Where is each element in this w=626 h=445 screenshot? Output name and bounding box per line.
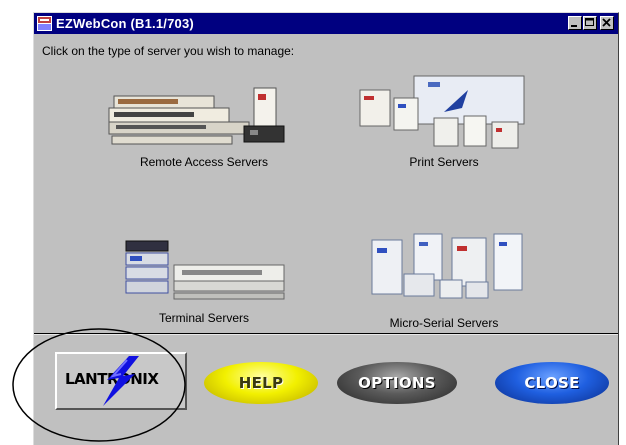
remote-access-servers-image [108, 87, 285, 145]
print-servers-option[interactable]: Print Servers [344, 68, 544, 178]
terminal-servers-image [125, 240, 285, 300]
close-button-label: CLOSE [524, 374, 580, 392]
micro-serial-servers-image [371, 233, 523, 299]
remote-access-servers-option[interactable]: Remote Access Servers [104, 78, 304, 178]
terminal-servers-option[interactable]: Terminal Servers [104, 235, 304, 335]
maximize-icon [585, 18, 594, 26]
ezwebcon-app-icon [37, 16, 52, 31]
minimize-button[interactable] [568, 16, 582, 30]
print-servers-image [359, 75, 525, 149]
options-button-label: OPTIONS [358, 374, 436, 392]
title-bar: EZWebCon (B1.1/703) [34, 13, 618, 34]
close-icon [602, 18, 611, 27]
maximize-button[interactable] [583, 16, 597, 30]
remote-access-servers-label: Remote Access Servers [139, 155, 269, 169]
help-button[interactable]: HELP [204, 362, 318, 404]
close-button[interactable]: CLOSE [495, 362, 609, 404]
print-servers-label: Print Servers [409, 155, 479, 169]
options-button[interactable]: OPTIONS [337, 362, 457, 404]
minimize-icon [571, 25, 577, 27]
micro-serial-servers-option[interactable]: Micro-Serial Servers [344, 228, 544, 338]
instruction-text: Click on the type of server you wish to … [42, 44, 295, 58]
annotation-circle [12, 328, 186, 442]
window-close-button[interactable] [600, 16, 614, 30]
terminal-servers-label: Terminal Servers [158, 311, 250, 325]
micro-serial-servers-label: Micro-Serial Servers [389, 316, 499, 330]
help-button-label: HELP [238, 374, 284, 392]
window-title: EZWebCon (B1.1/703) [56, 16, 194, 31]
